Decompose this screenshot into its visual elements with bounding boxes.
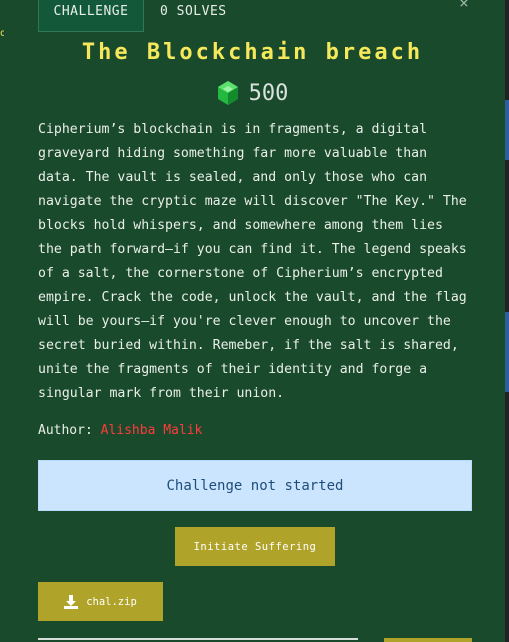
author-line: Author: Alishba Malik xyxy=(38,423,202,438)
background-highlight xyxy=(505,312,509,392)
challenge-modal: o CHALLENGE 0 SOLVES × The Blockchain br… xyxy=(0,0,505,642)
challenge-status: Challenge not started xyxy=(38,460,472,511)
author-label: Author: xyxy=(38,423,93,438)
tab-challenge[interactable]: CHALLENGE xyxy=(38,0,144,32)
points-value: 500 xyxy=(248,80,289,106)
tab-solves[interactable]: 0 SOLVES xyxy=(160,0,227,32)
background-highlight xyxy=(505,100,509,160)
close-icon[interactable]: × xyxy=(455,0,473,14)
green-gem-icon xyxy=(217,81,238,105)
flag-input-underline[interactable] xyxy=(38,638,358,640)
author-name: Alishba Malik xyxy=(100,423,203,438)
status-text: Challenge not started xyxy=(166,477,344,494)
initiate-label: Initiate Suffering xyxy=(193,540,317,553)
file-name: chal.zip xyxy=(86,595,137,608)
challenge-points: 500 xyxy=(0,78,505,108)
download-icon xyxy=(64,594,79,609)
download-file-button[interactable]: chal.zip xyxy=(38,582,163,621)
challenge-description: Cipherium’s blockchain is in fragments, … xyxy=(38,122,467,401)
challenge-title: The Blockchain breach xyxy=(81,40,424,65)
submit-button-edge[interactable] xyxy=(384,638,472,642)
initiate-button[interactable]: Initiate Suffering xyxy=(175,527,335,566)
